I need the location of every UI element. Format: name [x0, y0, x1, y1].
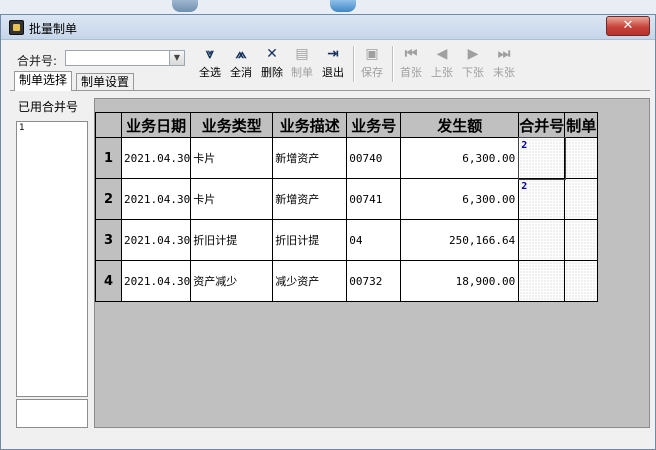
cell-amount[interactable]: 250,166.64	[400, 219, 520, 261]
cell-code[interactable]: 00740	[346, 137, 402, 179]
grid-header-row: 业务日期 业务类型 业务描述 业务号 发生额 合并号 制单	[95, 112, 599, 138]
first-label: 首张	[400, 66, 422, 79]
row-number-header	[95, 112, 122, 138]
make-voucher-label: 制单	[291, 66, 313, 79]
merge-number-label: 合并号:	[17, 54, 58, 68]
cell-voucher[interactable]	[564, 219, 599, 261]
delete-label: 删除	[261, 66, 283, 79]
select-all-icon: ⩔	[206, 46, 214, 62]
cell-type[interactable]: 卡片	[190, 178, 274, 220]
table-row[interactable]: 2 2021.04.30 卡片 新增资产 00741 6,300.00 2	[95, 178, 599, 220]
last-label: 末张	[493, 66, 515, 79]
delete-button[interactable]: ✕ 删除	[257, 44, 287, 84]
cell-amount[interactable]: 6,300.00	[400, 137, 520, 179]
cell-code[interactable]: 00741	[346, 178, 402, 220]
cell-merge-number[interactable]	[518, 219, 566, 261]
title-bar[interactable]: 批量制单 ✕	[1, 15, 655, 40]
merge-number-select[interactable]: ▼	[65, 50, 185, 66]
column-header-date[interactable]: 业务日期	[120, 112, 192, 138]
exit-icon: ⇥	[327, 46, 339, 62]
cell-amount[interactable]: 18,900.00	[400, 260, 520, 302]
desktop-icon	[330, 0, 356, 12]
cell-merge-number[interactable]: 2	[517, 136, 566, 180]
next-label: 下张	[462, 66, 484, 79]
save-button[interactable]: ▣ 保存	[357, 44, 387, 84]
close-icon: ✕	[622, 18, 634, 33]
desktop-icon	[172, 0, 198, 12]
first-icon: ⏮	[404, 46, 418, 62]
deselect-all-label: 全消	[230, 66, 252, 79]
cell-description[interactable]: 减少资产	[272, 260, 348, 302]
cell-code[interactable]: 00732	[346, 260, 402, 302]
voucher-icon: ▤	[295, 46, 309, 62]
cell-code[interactable]: 04	[346, 219, 402, 261]
save-icon: ▣	[365, 46, 379, 62]
chevron-down-icon[interactable]: ▼	[169, 51, 184, 65]
cell-date[interactable]: 2021.04.30	[120, 219, 192, 261]
tab-voucher-settings[interactable]: 制单设置	[76, 73, 135, 91]
cell-voucher[interactable]	[564, 260, 599, 302]
column-header-voucher[interactable]: 制单	[564, 112, 599, 138]
exit-button[interactable]: ⇥ 退出	[318, 44, 348, 84]
column-header-amount[interactable]: 发生额	[400, 112, 520, 138]
deselect-all-icon: ⩕	[235, 46, 247, 62]
list-item[interactable]: 1	[19, 123, 85, 133]
next-button[interactable]: ▶ 下张	[458, 44, 488, 84]
cell-merge-number[interactable]: 2	[518, 178, 566, 220]
prev-button[interactable]: ◀ 上张	[427, 44, 457, 84]
column-header-description[interactable]: 业务描述	[272, 112, 348, 138]
row-number[interactable]: 3	[95, 219, 122, 261]
toolbar-separator	[392, 46, 394, 82]
cell-voucher[interactable]	[564, 137, 599, 179]
cell-description[interactable]: 新增资产	[272, 137, 348, 179]
app-icon	[9, 20, 24, 35]
table-row[interactable]: 1 2021.04.30 卡片 新增资产 00740 6,300.00 2	[95, 136, 599, 180]
cell-description[interactable]: 新增资产	[272, 178, 348, 220]
tab-voucher-selection[interactable]: 制单选择	[14, 71, 73, 91]
cell-type[interactable]: 资产减少	[190, 260, 274, 302]
toolbar-separator	[353, 46, 355, 82]
table-row[interactable]: 4 2021.04.30 资产减少 减少资产 00732 18,900.00	[95, 260, 599, 302]
row-number[interactable]: 1	[95, 137, 122, 179]
last-button[interactable]: ⏭ 末张	[489, 44, 519, 84]
cell-amount[interactable]: 6,300.00	[400, 178, 520, 220]
left-panel-footer	[16, 399, 88, 428]
cell-type[interactable]: 折旧计提	[190, 219, 274, 261]
save-label: 保存	[361, 66, 383, 79]
select-all-button[interactable]: ⩔ 全选	[195, 44, 225, 84]
deselect-all-button[interactable]: ⩕ 全消	[226, 44, 256, 84]
next-icon: ▶	[467, 46, 479, 62]
used-merge-numbers-label: 已用合并号	[18, 100, 79, 114]
cell-date[interactable]: 2021.04.30	[120, 260, 192, 302]
row-number[interactable]: 2	[95, 178, 122, 220]
prev-icon: ◀	[436, 46, 448, 62]
last-icon: ⏭	[497, 46, 511, 62]
table-row[interactable]: 3 2021.04.30 折旧计提 折旧计提 04 250,166.64	[95, 219, 599, 261]
close-button[interactable]: ✕	[606, 16, 650, 36]
voucher-grid: 业务日期 业务类型 业务描述 业务号 发生额 合并号 制单 1 2021.04.…	[95, 112, 599, 302]
exit-label: 退出	[322, 66, 344, 79]
make-voucher-button[interactable]: ▤ 制单	[287, 44, 317, 84]
desktop-background	[0, 0, 656, 14]
delete-icon: ✕	[266, 46, 278, 62]
cell-voucher[interactable]	[564, 178, 599, 220]
first-button[interactable]: ⏮ 首张	[396, 44, 426, 84]
window-title: 批量制单	[29, 22, 78, 36]
select-all-label: 全选	[199, 66, 221, 79]
column-header-code[interactable]: 业务号	[346, 112, 402, 138]
prev-label: 上张	[431, 66, 453, 79]
cell-date[interactable]: 2021.04.30	[120, 137, 192, 179]
cell-date[interactable]: 2021.04.30	[120, 178, 192, 220]
cell-merge-number[interactable]	[518, 260, 566, 302]
cell-description[interactable]: 折旧计提	[272, 219, 348, 261]
used-merge-numbers-list[interactable]: 1	[16, 121, 88, 397]
column-header-merge-number[interactable]: 合并号	[518, 112, 566, 138]
cell-type[interactable]: 卡片	[190, 137, 274, 179]
row-number[interactable]: 4	[95, 260, 122, 302]
column-header-type[interactable]: 业务类型	[190, 112, 274, 138]
